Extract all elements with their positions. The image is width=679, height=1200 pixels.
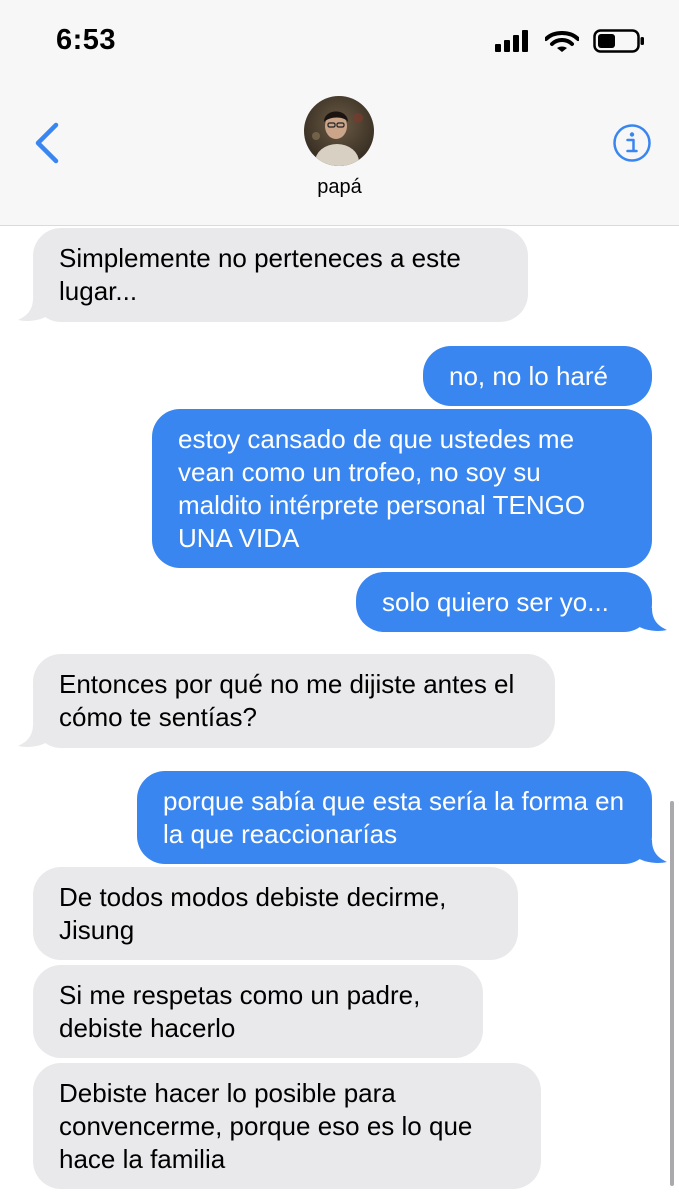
message-bubble-sent[interactable]: estoy cansado de que ustedes me vean com… bbox=[152, 409, 652, 568]
status-time: 6:53 bbox=[56, 24, 117, 56]
message-text: estoy cansado de que ustedes me vean com… bbox=[178, 424, 586, 553]
contact-name[interactable]: papá bbox=[0, 176, 679, 199]
conversation-header: 6:53 papá bbox=[0, 0, 679, 226]
message-text: De todos modos debiste decirme, Jisung bbox=[59, 882, 447, 945]
message-text: Simplemente no perteneces a este lugar..… bbox=[59, 243, 461, 306]
messages-screen: 6:53 papá Simplemente no perteneces a es… bbox=[0, 0, 679, 1200]
avatar-photo bbox=[304, 96, 374, 166]
back-button[interactable] bbox=[28, 118, 68, 168]
message-text: solo quiero ser yo... bbox=[382, 587, 609, 617]
message-bubble-received[interactable]: De todos modos debiste decirme, Jisung bbox=[33, 867, 518, 960]
message-bubble-received[interactable]: Debiste hacer lo posible para convencerm… bbox=[33, 1063, 541, 1189]
message-list[interactable]: Simplemente no perteneces a este lugar..… bbox=[0, 226, 679, 1200]
message-bubble-sent[interactable]: porque sabía que esta sería la forma en … bbox=[137, 771, 652, 864]
signal-icon bbox=[495, 30, 528, 52]
message-bubble-sent[interactable]: solo quiero ser yo... bbox=[356, 572, 652, 632]
message-text: porque sabía que esta sería la forma en … bbox=[163, 786, 625, 849]
message-bubble-sent[interactable]: no, no lo haré bbox=[423, 346, 652, 406]
message-text: Debiste hacer lo posible para convencerm… bbox=[59, 1078, 473, 1174]
chevron-left-icon bbox=[35, 122, 59, 164]
info-icon bbox=[613, 124, 651, 162]
message-text: no, no lo haré bbox=[449, 361, 609, 391]
bubble-tail-received bbox=[18, 724, 47, 747]
status-icons bbox=[495, 28, 645, 54]
message-text: Entonces por qué no me dijiste antes el … bbox=[59, 669, 515, 732]
message-bubble-received[interactable]: Entonces por qué no me dijiste antes el … bbox=[33, 654, 555, 748]
info-button[interactable] bbox=[612, 123, 652, 163]
message-text: Si me respetas como un padre, debiste ha… bbox=[59, 980, 421, 1043]
bubble-tail-sent bbox=[638, 840, 667, 863]
bubble-tail-sent bbox=[638, 608, 667, 631]
message-bubble-received[interactable]: Simplemente no perteneces a este lugar..… bbox=[33, 228, 528, 322]
wifi-icon bbox=[545, 31, 579, 52]
battery-icon bbox=[593, 29, 644, 53]
bubble-tail-received bbox=[18, 298, 47, 321]
message-bubble-received[interactable]: Si me respetas como un padre, debiste ha… bbox=[33, 965, 483, 1058]
scrollbar[interactable] bbox=[670, 801, 674, 1186]
contact-avatar[interactable] bbox=[304, 96, 374, 166]
